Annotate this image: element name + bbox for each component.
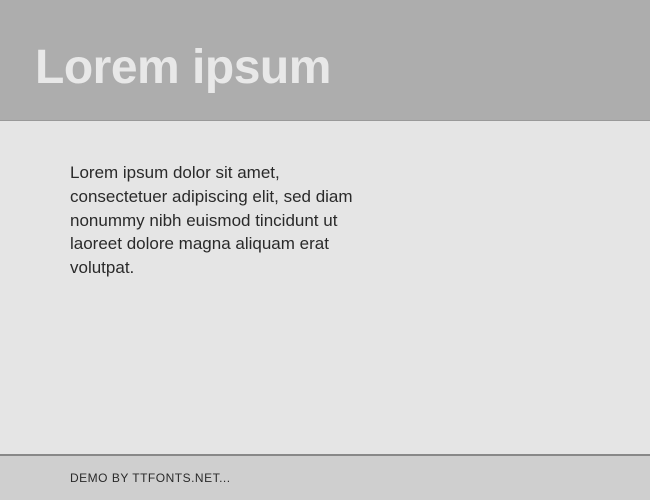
page-title: Lorem ipsum (35, 40, 615, 95)
body-text: Lorem ipsum dolor sit amet, consectetuer… (70, 161, 370, 280)
footer: DEMO BY TTFONTS.NET... (0, 454, 650, 500)
footer-text: DEMO BY TTFONTS.NET... (70, 471, 580, 485)
header: Lorem ipsum (0, 0, 650, 121)
content-area: Lorem ipsum dolor sit amet, consectetuer… (0, 121, 650, 454)
